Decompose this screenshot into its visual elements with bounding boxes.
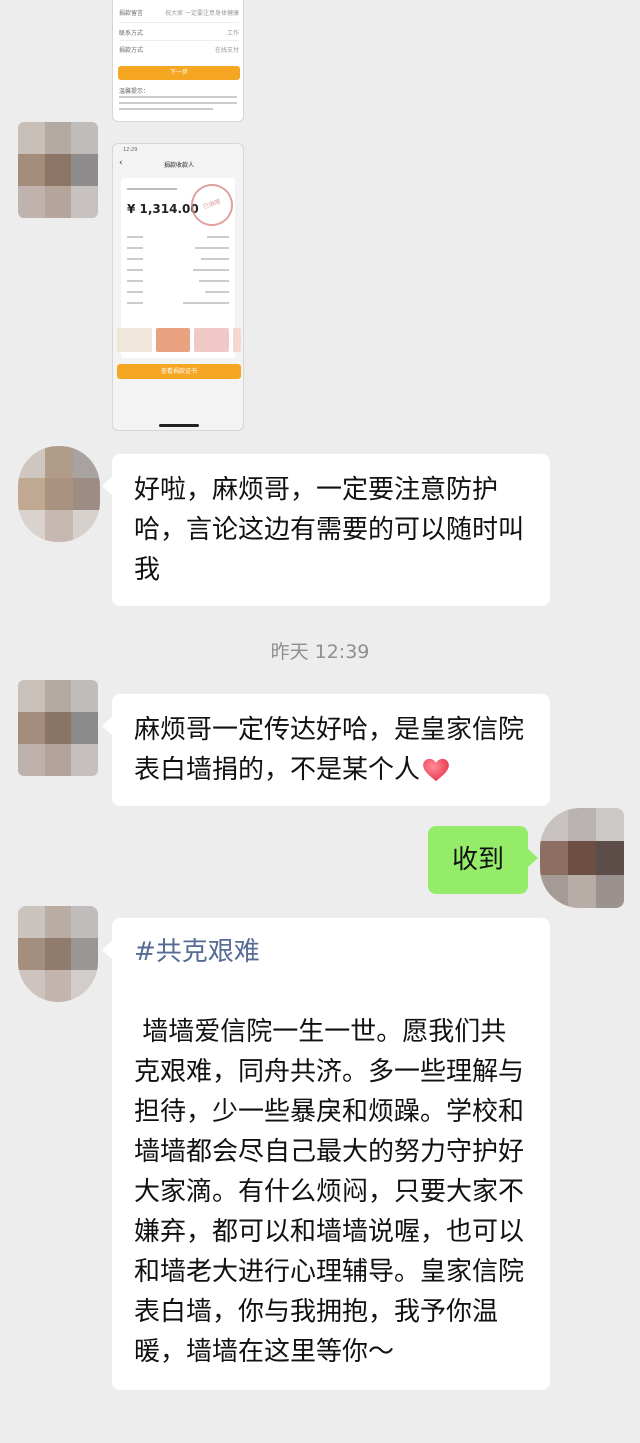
- form-row-label: 捐款方式: [119, 47, 144, 54]
- form-row-label: 捐款留言: [119, 10, 144, 17]
- view-certificate-button: 查看捐款证书: [117, 364, 241, 379]
- status-time: 12:29: [123, 147, 138, 153]
- form-row-value: 在线支付: [214, 47, 239, 54]
- screenshot-image-form[interactable]: 捐款留言 祝大家 一定要注意身体健康 联系方式 工作 捐款方式 在线支付 下一步…: [112, 0, 244, 122]
- hashtag-link[interactable]: #共克艰难: [134, 932, 528, 972]
- avatar[interactable]: [18, 680, 98, 776]
- notice-text-lines: [119, 96, 237, 110]
- stamp-text: 已捐赠: [202, 198, 222, 211]
- avatar[interactable]: [18, 122, 98, 218]
- message-bubble-own[interactable]: 收到: [428, 826, 538, 894]
- receipt-header-title: 捐款收款人: [163, 162, 194, 169]
- message-text: 收到: [451, 845, 504, 875]
- red-heart-icon: [423, 758, 449, 782]
- form-row-value: 祝大家 一定要注意身体健康: [165, 10, 239, 17]
- form-row-label: 联系方式: [119, 30, 144, 37]
- receipt-detail-lines: [127, 236, 229, 304]
- home-indicator: [159, 424, 199, 427]
- message-text: 墙墙爱信院一生一世。愿我们共克艰难，同舟共济。多一些理解与担待，少一些暴戾和烦躁…: [134, 1017, 525, 1367]
- timestamp: 昨天 12:39: [270, 641, 370, 663]
- thumbnail-strip: [117, 328, 242, 352]
- payment-amount: ¥ 1,314.00: [127, 202, 199, 216]
- avatar-own[interactable]: [540, 808, 624, 908]
- form-row-value: 工作: [226, 30, 239, 37]
- avatar[interactable]: [18, 906, 98, 1002]
- message-text: 麻烦哥一定传达好哈，是皇家信院表白墙捐的，不是某个人: [134, 715, 525, 785]
- message-text: 好啦，麻烦哥，一定要注意防护哈，言论这边有需要的可以随时叫我: [134, 475, 525, 585]
- screenshot-image-receipt[interactable]: 12:29 ‹ 捐款收款人 ¥ 1,314.00 已捐赠 查看捐款证书: [112, 143, 244, 431]
- stamp-seal: 已捐赠: [185, 178, 239, 232]
- avatar[interactable]: [18, 446, 100, 542]
- next-button: 下一步: [118, 66, 240, 80]
- notice-title: 温馨提示：: [119, 88, 150, 95]
- message-bubble[interactable]: #共克艰难 墙墙爱信院一生一世。愿我们共克艰难，同舟共济。多一些理解与担待，少一…: [102, 918, 550, 1390]
- message-bubble[interactable]: 好啦，麻烦哥，一定要注意防护哈，言论这边有需要的可以随时叫我: [102, 454, 550, 606]
- message-bubble[interactable]: 麻烦哥一定传达好哈，是皇家信院表白墙捐的，不是某个人: [102, 694, 550, 806]
